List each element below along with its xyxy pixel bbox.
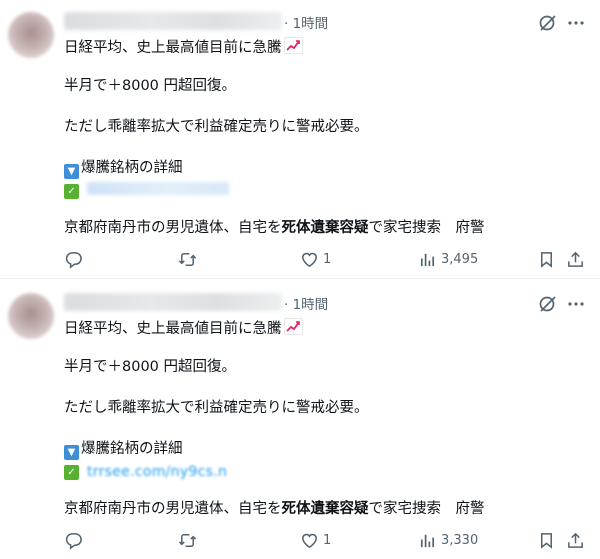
views-chart-icon: [420, 253, 435, 266]
author-name-redacted[interactable]: [64, 293, 282, 311]
more-dots-icon[interactable]: [567, 294, 585, 314]
headline-text: 京都府南丹市の男児遺体、自宅を: [64, 220, 282, 236]
post-headline: 京都府南丹市の男児遺体、自宅を死体遺棄容疑で家宅捜索 府警: [64, 219, 485, 237]
post-text-line: ▼ 爆騰銘柄の詳細: [64, 440, 183, 460]
like-button[interactable]: 1: [300, 249, 331, 269]
post-text: 爆騰銘柄の詳細: [81, 441, 183, 457]
retweet-button[interactable]: [178, 249, 201, 269]
more-dots-icon[interactable]: [567, 13, 585, 33]
headline-text: で家宅捜索 府警: [368, 220, 485, 236]
retweet-icon: [178, 533, 197, 547]
post-text: 爆騰銘柄の詳細: [81, 160, 183, 176]
down-triangle-button-emoji: ▼: [64, 164, 79, 179]
post-headline: 京都府南丹市の男児遺体、自宅を死体遺棄容疑で家宅捜索 府警: [64, 500, 485, 518]
post-time[interactable]: · 1時間: [284, 293, 328, 313]
heart-icon: [302, 252, 317, 267]
timeline-feed: · 1時間 日経平均、史上最高値目前に急騰 半月で＋8000 円超回復。 ただし…: [0, 0, 600, 555]
reply-button[interactable]: [64, 530, 87, 550]
avatar[interactable]: [8, 293, 54, 339]
view-count: 3,495: [441, 251, 479, 267]
post-text: 日経平均、史上最高値目前に急騰: [64, 321, 282, 337]
check-mark-button-emoji: ✓: [64, 184, 79, 199]
post-time[interactable]: · 1時間: [284, 12, 328, 32]
post-actions: 1 3,330: [0, 530, 600, 550]
share-icon: [568, 532, 583, 548]
post-link-redacted[interactable]: [87, 182, 229, 195]
post-text-line: 日経平均、史上最高値目前に急騰: [64, 37, 303, 57]
bookmark-icon: [540, 251, 553, 268]
post-link-line: ✓: [64, 179, 229, 199]
post[interactable]: · 1時間 日経平均、史上最高値目前に急騰 半月で＋8000 円超回復。 ただし…: [0, 281, 600, 559]
retweet-button[interactable]: [178, 530, 201, 550]
share-icon: [568, 251, 583, 267]
post-link-line: ✓ trrsee.com/ny9cs.n: [64, 460, 227, 481]
post-text: 半月で＋8000 円超回復。: [64, 78, 237, 94]
like-count: 1: [323, 532, 332, 548]
grok-icon[interactable]: [538, 13, 558, 33]
retweet-icon: [178, 252, 197, 266]
views-chart-icon: [420, 534, 435, 547]
post[interactable]: · 1時間 日経平均、史上最高値目前に急騰 半月で＋8000 円超回復。 ただし…: [0, 0, 600, 278]
post-text-line: ▼ 爆騰銘柄の詳細: [64, 159, 183, 179]
post-link[interactable]: trrsee.com/ny9cs.n: [87, 463, 227, 481]
down-triangle-button-emoji: ▼: [64, 445, 79, 460]
headline-text: で家宅捜索 府警: [368, 501, 485, 517]
avatar[interactable]: [8, 12, 54, 58]
headline-text: 京都府南丹市の男児遺体、自宅を: [64, 501, 282, 517]
headline-bold-text: 死体遺棄容疑: [281, 220, 369, 236]
bookmark-button[interactable]: [537, 249, 556, 269]
author-name-redacted[interactable]: [64, 12, 282, 30]
chart-increasing-emoji: [283, 37, 303, 54]
views-button[interactable]: 3,495: [418, 249, 478, 269]
view-count: 3,330: [441, 532, 479, 548]
reply-button[interactable]: [64, 249, 87, 269]
reply-icon: [65, 532, 82, 550]
share-button[interactable]: [566, 530, 585, 550]
like-count: 1: [323, 251, 332, 267]
like-button[interactable]: 1: [300, 530, 331, 550]
heart-icon: [302, 533, 317, 548]
grok-icon[interactable]: [538, 294, 558, 314]
reply-icon: [65, 251, 82, 269]
share-button[interactable]: [566, 249, 585, 269]
post-divider: [0, 278, 600, 279]
bookmark-button[interactable]: [537, 530, 556, 550]
post-actions: 1 3,495: [0, 249, 600, 269]
headline-bold-text: 死体遺棄容疑: [281, 501, 369, 517]
post-text: ただし乖離率拡大で利益確定売りに警戒必要。: [64, 400, 369, 416]
post-text: 半月で＋8000 円超回復。: [64, 359, 237, 375]
chart-increasing-emoji: [283, 318, 303, 335]
bookmark-icon: [540, 532, 553, 549]
views-button[interactable]: 3,330: [418, 530, 478, 550]
post-text: ただし乖離率拡大で利益確定売りに警戒必要。: [64, 119, 369, 135]
post-text-line: 日経平均、史上最高値目前に急騰: [64, 318, 303, 338]
check-mark-button-emoji: ✓: [64, 465, 79, 480]
post-text: 日経平均、史上最高値目前に急騰: [64, 40, 282, 56]
